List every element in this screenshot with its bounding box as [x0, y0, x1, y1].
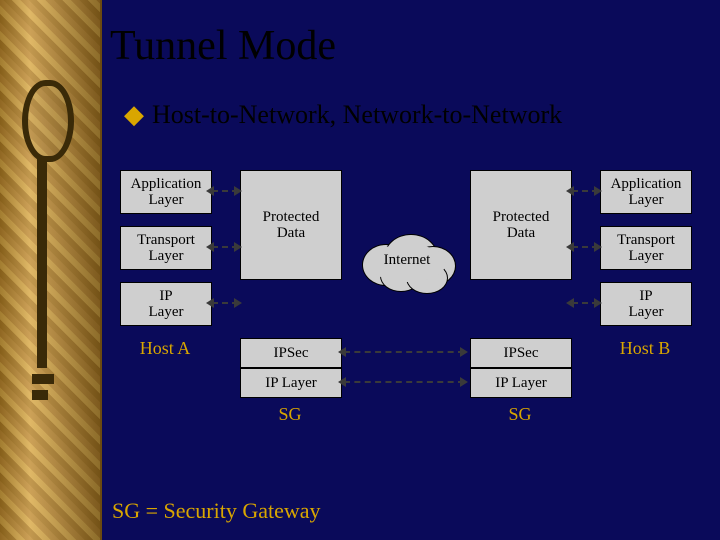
subtitle: ◆ Host-to-Network, Network-to-Network: [124, 100, 562, 130]
hostb-transport-layer: TransportLayer: [600, 226, 692, 270]
hostb-ip-layer: IPLayer: [600, 282, 692, 326]
hosta-label: Host A: [120, 338, 210, 359]
sg1-ipsec: IPSec: [240, 338, 342, 368]
arrow-left-icon: [206, 242, 214, 252]
arrow-right-icon: [460, 377, 468, 387]
arrow-left-icon: [338, 347, 346, 357]
sg2-label: SG: [475, 404, 565, 425]
connector: [344, 381, 464, 383]
arrow-right-icon: [460, 347, 468, 357]
diagram-canvas: ApplicationLayer TransportLayer IPLayer …: [100, 160, 710, 490]
sg1-label: SG: [245, 404, 335, 425]
hosta-application-layer: ApplicationLayer: [120, 170, 212, 214]
arrow-right-icon: [234, 186, 242, 196]
page-title: Tunnel Mode: [110, 22, 336, 70]
decorative-sidebar: [0, 0, 102, 540]
hosta-ip-layer: IPLayer: [120, 282, 212, 326]
legend-text: SG = Security Gateway: [112, 498, 321, 524]
arrow-right-icon: [234, 298, 242, 308]
diamond-bullet-icon: ◆: [124, 100, 144, 129]
arrow-left-icon: [566, 186, 574, 196]
hostb-label: Host B: [600, 338, 690, 359]
arrow-left-icon: [206, 298, 214, 308]
hostb-application-layer: ApplicationLayer: [600, 170, 692, 214]
arrow-left-icon: [206, 186, 214, 196]
subtitle-text: Host-to-Network, Network-to-Network: [152, 100, 562, 129]
arrow-right-icon: [594, 242, 602, 252]
key-icon: [22, 80, 62, 400]
arrow-left-icon: [566, 242, 574, 252]
internet-label: Internet: [362, 252, 452, 269]
arrow-left-icon: [566, 298, 574, 308]
arrow-right-icon: [594, 186, 602, 196]
arrow-right-icon: [594, 298, 602, 308]
sg2-ip-layer: IP Layer: [470, 368, 572, 398]
hosta-transport-layer: TransportLayer: [120, 226, 212, 270]
arrow-left-icon: [338, 377, 346, 387]
sg2-protected-data: ProtectedData: [470, 170, 572, 280]
sg1-ip-layer: IP Layer: [240, 368, 342, 398]
internet-cloud: Internet: [362, 234, 452, 290]
arrow-right-icon: [234, 242, 242, 252]
sg2-ipsec: IPSec: [470, 338, 572, 368]
connector: [344, 351, 464, 353]
sg1-protected-data: ProtectedData: [240, 170, 342, 280]
